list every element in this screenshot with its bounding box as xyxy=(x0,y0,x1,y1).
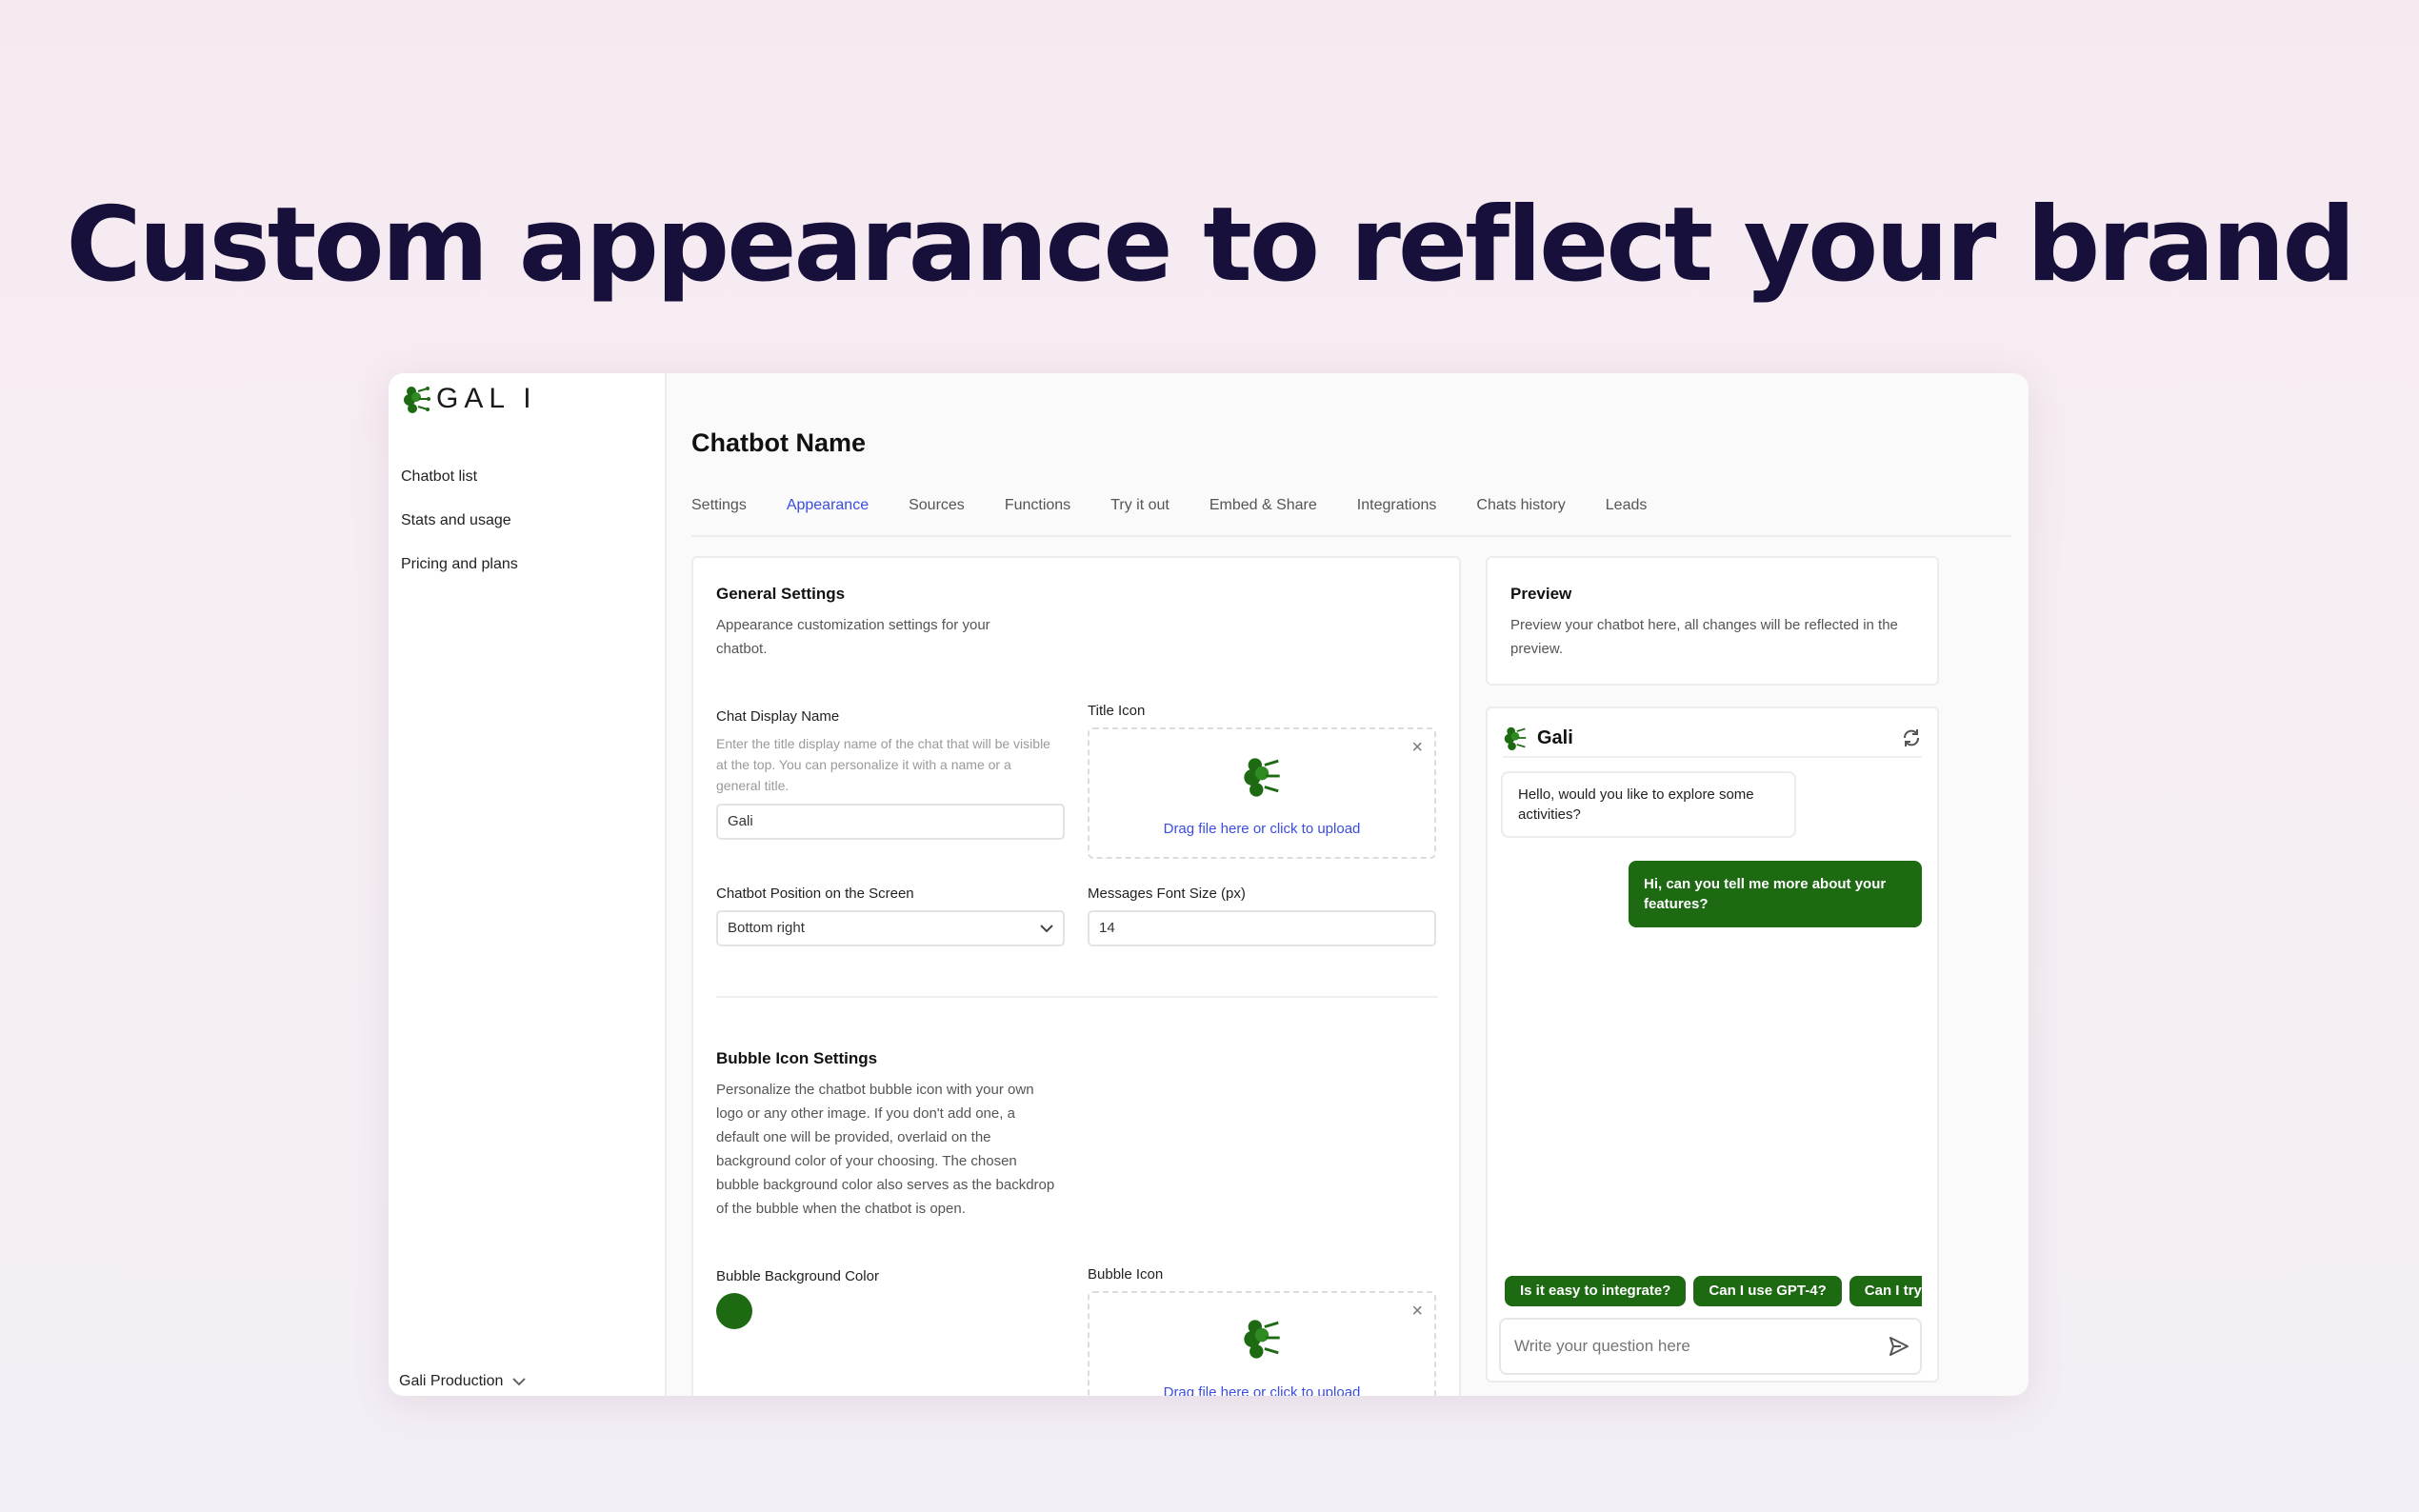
refresh-icon[interactable] xyxy=(1901,727,1922,748)
position-label: Chatbot Position on the Screen xyxy=(716,885,914,902)
page-headline: Custom appearance to reflect your brand xyxy=(66,186,2355,305)
chat-header: Gali xyxy=(1503,720,1922,758)
chat-title: Gali xyxy=(1537,726,1573,748)
user-message: Hi, can you tell me more about your feat… xyxy=(1629,861,1922,927)
chat-question-input[interactable] xyxy=(1499,1318,1922,1375)
tab-embed-share[interactable]: Embed & Share xyxy=(1210,497,1317,514)
preview-title: Preview xyxy=(1510,585,1572,603)
tab-leads[interactable]: Leads xyxy=(1606,497,1648,514)
settings-card: General Settings Appearance customizatio… xyxy=(691,556,1461,1396)
brain-icon xyxy=(1504,726,1527,750)
close-icon[interactable]: × xyxy=(1411,1301,1423,1323)
general-settings-title: General Settings xyxy=(716,585,846,603)
sidebar-item-stats-and-usage[interactable]: Stats and usage xyxy=(401,499,518,543)
tab-settings[interactable]: Settings xyxy=(691,497,747,514)
chat-preview: Gali Hello, would you like to explore so… xyxy=(1486,706,1939,1383)
page-title: Chatbot Name xyxy=(691,428,867,457)
brain-icon xyxy=(1244,1320,1280,1359)
suggestion-chip[interactable]: Can I try xyxy=(1849,1276,1922,1306)
title-icon-upload-text[interactable]: Drag file here or click to upload xyxy=(1090,821,1434,837)
logo-text: GAL I xyxy=(436,383,537,414)
display-name-hint: Enter the title display name of the chat… xyxy=(716,736,1050,793)
display-name-label: Chat Display Name xyxy=(716,708,840,725)
sidebar-nav: Chatbot list Stats and usage Pricing and… xyxy=(401,455,518,587)
chevron-down-icon xyxy=(1040,925,1053,933)
sidebar-item-pricing-and-plans[interactable]: Pricing and plans xyxy=(401,543,518,587)
brain-icon xyxy=(1244,758,1280,797)
main-content: Chatbot Name Settings Appearance Sources… xyxy=(667,373,2029,1396)
sidebar: GAL I Chatbot list Stats and usage Prici… xyxy=(389,373,667,1396)
logo[interactable]: GAL I xyxy=(402,383,537,415)
section-divider xyxy=(716,996,1438,998)
brain-icon xyxy=(404,387,430,413)
tab-integrations[interactable]: Integrations xyxy=(1357,497,1437,514)
preview-description: Preview your chatbot here, all changes w… xyxy=(1510,617,1898,657)
suggestion-chips: Is it easy to integrate? Can I use GPT-4?… xyxy=(1505,1276,1922,1308)
position-select-value: Bottom right xyxy=(728,920,805,936)
tab-appearance[interactable]: Appearance xyxy=(787,497,869,514)
sidebar-item-chatbot-list[interactable]: Chatbot list xyxy=(401,455,518,499)
tab-sources[interactable]: Sources xyxy=(909,497,965,514)
bubble-settings-title: Bubble Icon Settings xyxy=(716,1049,878,1067)
preview-card: Preview Preview your chatbot here, all c… xyxy=(1486,556,1939,686)
org-label: Gali Production xyxy=(399,1373,504,1389)
bubble-icon-label: Bubble Icon xyxy=(1088,1266,1164,1283)
tab-try-it-out[interactable]: Try it out xyxy=(1110,497,1170,514)
bubble-icon-dropzone[interactable]: × Drag file here or click to upload xyxy=(1088,1291,1436,1396)
suggestion-chip[interactable]: Can I use GPT-4? xyxy=(1693,1276,1842,1306)
tab-functions[interactable]: Functions xyxy=(1005,497,1070,514)
tab-chats-history[interactable]: Chats history xyxy=(1476,497,1565,514)
chevron-down-icon xyxy=(512,1378,527,1386)
org-switcher[interactable]: Gali Production xyxy=(399,1373,527,1390)
font-size-label: Messages Font Size (px) xyxy=(1088,885,1246,902)
bubble-settings-description: Personalize the chatbot bubble icon with… xyxy=(716,1082,1055,1217)
app-window: GAL I Chatbot list Stats and usage Prici… xyxy=(389,373,2029,1396)
bubble-bg-color-swatch[interactable] xyxy=(716,1293,752,1329)
general-settings-description: Appearance customization settings for yo… xyxy=(716,617,990,657)
close-icon[interactable]: × xyxy=(1411,737,1423,759)
title-icon-dropzone[interactable]: × Drag file here or click to upload xyxy=(1088,727,1436,859)
position-select[interactable]: Bottom right xyxy=(716,910,1065,946)
bot-message: Hello, would you like to explore some ac… xyxy=(1501,771,1796,838)
suggestion-chip[interactable]: Is it easy to integrate? xyxy=(1505,1276,1687,1306)
tab-bar: Settings Appearance Sources Functions Tr… xyxy=(691,497,1687,514)
bubble-bg-color-label: Bubble Background Color xyxy=(716,1268,879,1284)
title-icon-label: Title Icon xyxy=(1088,703,1146,719)
bubble-icon-upload-text[interactable]: Drag file here or click to upload xyxy=(1090,1384,1434,1396)
display-name-input[interactable]: Gali xyxy=(716,804,1065,840)
send-icon[interactable] xyxy=(1888,1335,1910,1358)
font-size-input[interactable]: 14 xyxy=(1088,910,1436,946)
